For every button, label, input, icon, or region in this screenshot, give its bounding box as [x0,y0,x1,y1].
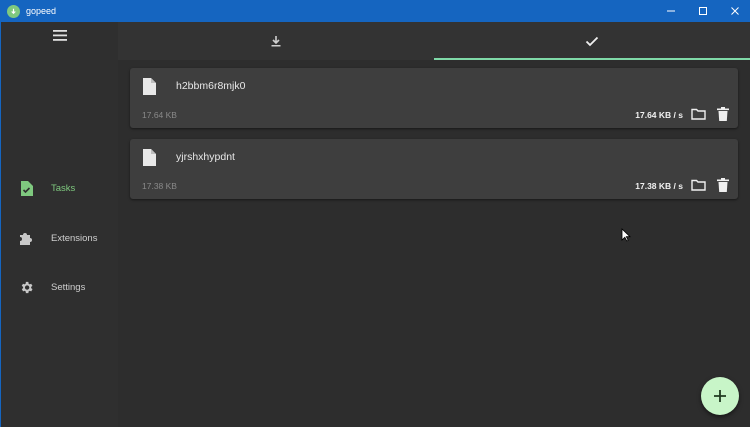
sidebar-item-settings[interactable]: Settings [1,272,118,302]
sidebar-item-tasks[interactable]: Tasks [1,173,118,203]
download-icon [271,36,281,47]
task-card[interactable]: yjrshxhypdnt 17.38 KB 17.38 KB / s [130,139,738,199]
task-speed: 17.38 KB / s [635,181,683,191]
close-icon [731,7,739,15]
check-icon [585,36,599,46]
window-title: gopeed [26,6,57,16]
minimize-icon [667,10,675,12]
maximize-icon [699,7,707,15]
title-bar: gopeed [1,0,750,22]
menu-button[interactable] [51,28,69,42]
task-size: 17.64 KB [142,110,177,120]
plus-icon [714,390,726,402]
delete-button[interactable] [715,177,731,193]
trash-icon [717,107,729,121]
close-button[interactable] [719,0,750,22]
open-folder-button[interactable] [690,177,706,193]
add-task-button[interactable] [701,377,739,415]
tab-downloading[interactable] [118,22,434,60]
task-speed: 17.64 KB / s [635,110,683,120]
tab-bar [118,22,750,60]
puzzle-icon [18,230,34,246]
delete-button[interactable] [715,106,731,122]
file-icon [143,149,156,166]
trash-icon [717,178,729,192]
folder-icon [690,179,706,191]
main-content: h2bbm6r8mjk0 17.64 KB 17.64 KB / s yjrsh… [118,22,750,427]
hamburger-icon [53,29,67,41]
file-icon [143,78,156,95]
sidebar-item-label: Tasks [51,182,76,194]
task-filename: h2bbm6r8mjk0 [176,80,246,92]
sidebar-item-label: Extensions [51,232,98,244]
tab-completed[interactable] [434,22,750,60]
sidebar-item-label: Settings [51,281,86,293]
gear-icon [18,279,34,295]
task-filename: yjrshxhypdnt [176,151,235,163]
mouse-cursor-icon [621,228,631,242]
task-card[interactable]: h2bbm6r8mjk0 17.64 KB 17.64 KB / s [130,68,738,128]
app-logo-icon [7,4,20,18]
maximize-button[interactable] [687,0,719,22]
sidebar-item-extensions[interactable]: Extensions [1,223,118,253]
open-folder-button[interactable] [690,106,706,122]
tasks-icon [18,180,34,196]
app-window: gopeed Tasks Extensions Settings h2bbm6r… [0,0,750,427]
minimize-button[interactable] [655,0,687,22]
folder-icon [690,108,706,120]
sidebar: Tasks Extensions Settings [1,22,118,427]
task-size: 17.38 KB [142,181,177,191]
